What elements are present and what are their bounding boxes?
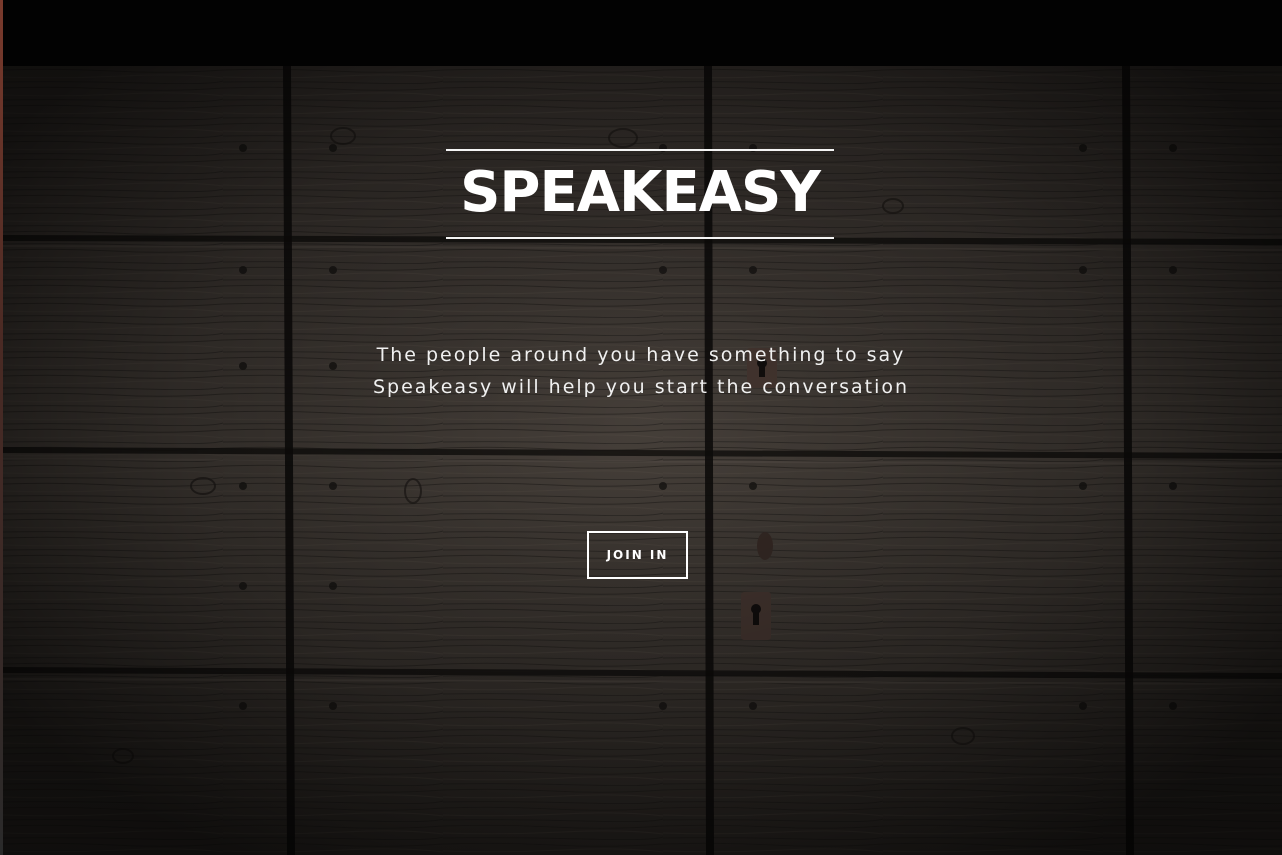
- join-in-button[interactable]: JOIN IN: [587, 531, 688, 579]
- title-rule-top: [446, 149, 834, 151]
- landing-page: SPEAKEASY The people around you have som…: [0, 0, 1282, 855]
- title-rule-bottom: [446, 237, 834, 239]
- hero-tagline: The people around you have something to …: [372, 344, 910, 398]
- title-block: SPEAKEASY: [446, 149, 834, 239]
- top-bar: [0, 0, 1282, 66]
- site-title: SPEAKEASY: [460, 160, 821, 225]
